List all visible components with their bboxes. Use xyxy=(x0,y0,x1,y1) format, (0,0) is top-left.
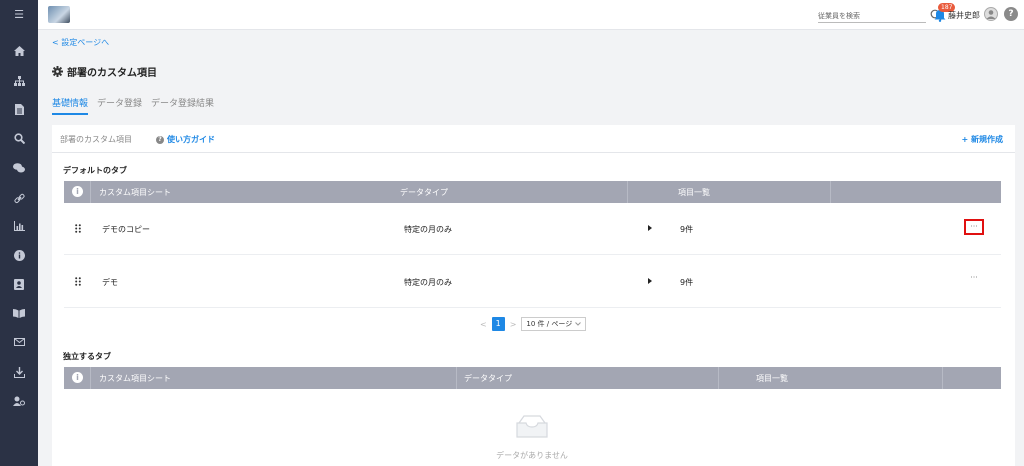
column-divider xyxy=(942,367,943,389)
page-title: 部署のカスタム項目 xyxy=(67,68,157,79)
tab-bar: 基礎情報 データ登録 データ登録結果 xyxy=(52,96,214,116)
org-chart-icon[interactable] xyxy=(0,71,38,91)
table-row: デモのコピー 特定の月のみ 9件 ··· xyxy=(64,203,1001,255)
pagination: < 1 > 10 件 / ページ xyxy=(480,317,587,331)
column-header-data-type: データタイプ xyxy=(464,374,512,383)
column-divider xyxy=(456,367,457,389)
bar-chart-icon[interactable] xyxy=(0,216,38,236)
column-header-sheet: カスタム項目シート xyxy=(99,188,171,197)
download-icon[interactable] xyxy=(0,362,38,382)
tab-registration-results[interactable]: データ登録結果 xyxy=(151,96,214,115)
employee-search-input[interactable] xyxy=(818,9,926,23)
default-tabs-title: デフォルトのタブ xyxy=(63,166,127,175)
row-sheet-name: デモ xyxy=(102,278,118,287)
user-name[interactable]: 藤井史郎 xyxy=(948,10,980,21)
row-sheet-name: デモのコピー xyxy=(102,225,150,234)
tab-basic-info[interactable]: 基礎情報 xyxy=(52,96,89,115)
column-header-data-type: データタイプ xyxy=(400,188,448,197)
user-settings-icon[interactable] xyxy=(0,391,38,411)
info-icon[interactable]: i xyxy=(72,186,83,197)
help-icon[interactable]: ? xyxy=(1004,7,1018,21)
drag-handle-icon[interactable] xyxy=(75,224,81,233)
back-to-settings-link[interactable]: < 設定ページへ xyxy=(52,37,109,48)
top-bar: 187 藤井史郎 ? xyxy=(38,0,1024,30)
next-page-button[interactable]: > xyxy=(510,320,517,329)
row-data-type: 特定の月のみ xyxy=(404,225,452,234)
independent-tabs-title: 独立するタブ xyxy=(63,352,111,361)
usage-guide-link[interactable]: ? 使い方ガイド xyxy=(156,134,215,145)
question-icon: ? xyxy=(156,135,164,144)
empty-text: データがありません xyxy=(496,451,568,460)
row-item-count: 9件 xyxy=(680,278,694,287)
info-icon[interactable] xyxy=(0,245,38,265)
link-icon[interactable] xyxy=(0,188,38,208)
book-icon[interactable] xyxy=(0,303,38,323)
expand-caret-icon[interactable] xyxy=(648,278,652,284)
mail-icon[interactable] xyxy=(0,332,38,352)
menu-icon[interactable]: ☰ xyxy=(0,4,38,24)
more-actions-button[interactable]: ··· xyxy=(964,272,984,288)
page-header: 部署のカスタム項目 xyxy=(52,64,157,79)
sidebar: ☰ xyxy=(0,0,38,466)
expand-caret-icon[interactable] xyxy=(648,225,652,231)
column-divider xyxy=(627,181,628,203)
page-size-value: 10 件 / ページ xyxy=(526,320,573,328)
info-icon[interactable]: i xyxy=(72,372,83,383)
drag-handle-icon[interactable] xyxy=(75,277,81,286)
custom-items-card: 部署のカスタム項目 ? 使い方ガイド + 新規作成 デフォルトのタブ i カスタ… xyxy=(52,125,1015,466)
column-divider xyxy=(90,367,91,389)
avatar[interactable] xyxy=(984,7,998,21)
column-divider xyxy=(830,181,831,203)
column-header-item-list: 項目一覧 xyxy=(756,374,788,383)
table-row: デモ 特定の月のみ 9件 ··· xyxy=(64,256,1001,308)
home-icon[interactable] xyxy=(0,41,38,61)
chat-icon[interactable] xyxy=(0,158,38,178)
search-icon[interactable] xyxy=(0,128,38,148)
row-item-count: 9件 xyxy=(680,225,694,234)
card-header: 部署のカスタム項目 ? 使い方ガイド + 新規作成 xyxy=(52,125,1015,153)
row-data-type: 特定の月のみ xyxy=(404,278,452,287)
page-size-select[interactable]: 10 件 / ページ xyxy=(521,317,587,331)
company-logo[interactable] xyxy=(48,6,70,23)
new-create-button[interactable]: + 新規作成 xyxy=(962,134,1004,145)
empty-inbox-icon xyxy=(516,415,548,438)
tab-data-registration[interactable]: データ登録 xyxy=(97,96,142,115)
usage-guide-label: 使い方ガイド xyxy=(167,135,215,144)
prev-page-button[interactable]: < xyxy=(480,320,487,329)
contact-card-icon[interactable] xyxy=(0,274,38,294)
column-divider xyxy=(718,367,719,389)
document-icon[interactable] xyxy=(0,99,38,119)
chevron-down-icon xyxy=(575,322,582,326)
column-header-sheet: カスタム項目シート xyxy=(99,374,171,383)
column-header-item-list: 項目一覧 xyxy=(678,188,710,197)
default-tabs-table-header: i カスタム項目シート データタイプ 項目一覧 xyxy=(64,181,1001,203)
empty-state: データがありません xyxy=(492,415,572,461)
more-actions-button[interactable]: ··· xyxy=(964,219,984,235)
independent-tabs-table-header: i カスタム項目シート データタイプ 項目一覧 xyxy=(64,367,1001,389)
gear-icon xyxy=(52,66,63,77)
page-number-current[interactable]: 1 xyxy=(491,317,505,331)
column-divider xyxy=(90,181,91,203)
card-title: 部署のカスタム項目 xyxy=(60,135,132,144)
